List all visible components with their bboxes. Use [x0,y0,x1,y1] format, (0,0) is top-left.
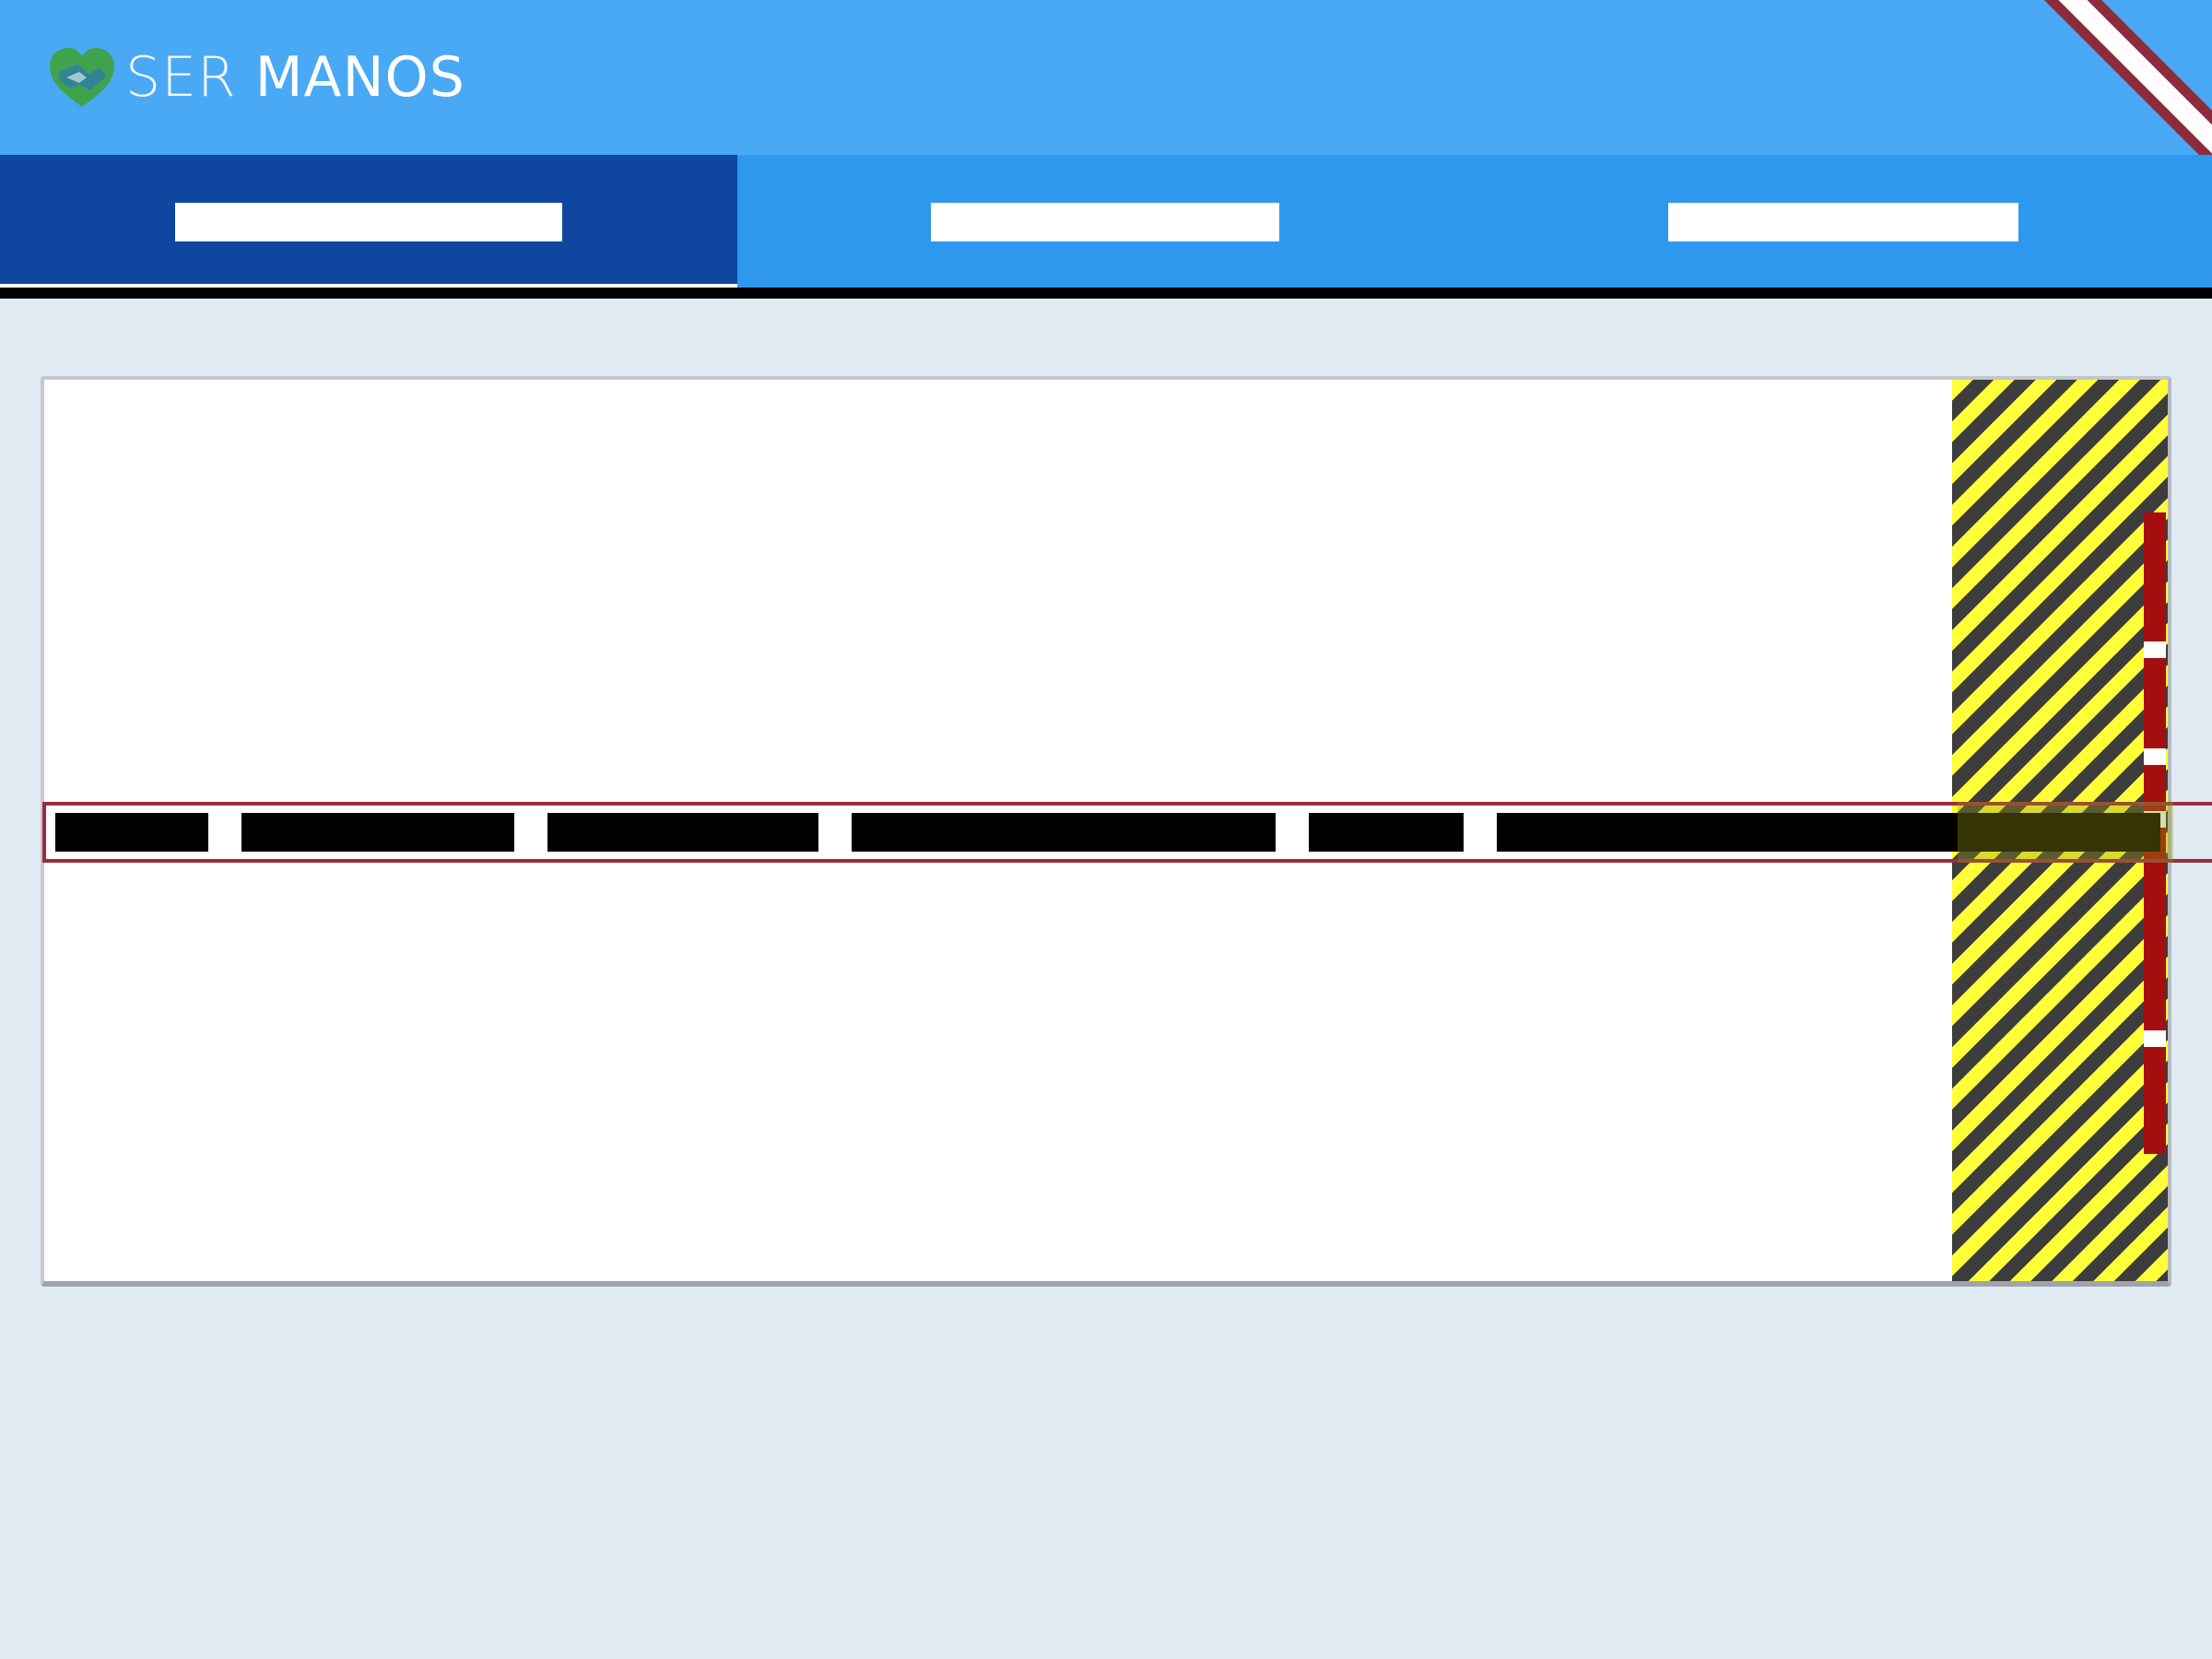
message-word [55,813,208,852]
heart-hands-icon [50,48,114,107]
content-card [41,376,2212,1287]
app-header: SER MANOS [0,0,2212,155]
message-word [852,813,1276,852]
tab-bar-divider [0,288,2212,299]
tab-bar [0,155,2212,288]
tab-3-label [1668,203,2018,241]
message-row [42,802,2212,863]
tab-3[interactable] [1475,155,2212,288]
brand-name: SER MANOS [125,45,465,110]
brand-logo[interactable]: SER MANOS [46,44,465,111]
message-text [55,813,2160,852]
tab-1-label [175,203,562,241]
corner-ribbon [2024,0,2212,155]
message-word [547,813,818,852]
message-word [1497,813,2160,852]
tab-2-label [931,203,1279,241]
message-word [241,813,514,852]
message-word [1309,813,1464,852]
tab-1[interactable] [0,155,737,288]
tab-2[interactable] [737,155,1475,288]
